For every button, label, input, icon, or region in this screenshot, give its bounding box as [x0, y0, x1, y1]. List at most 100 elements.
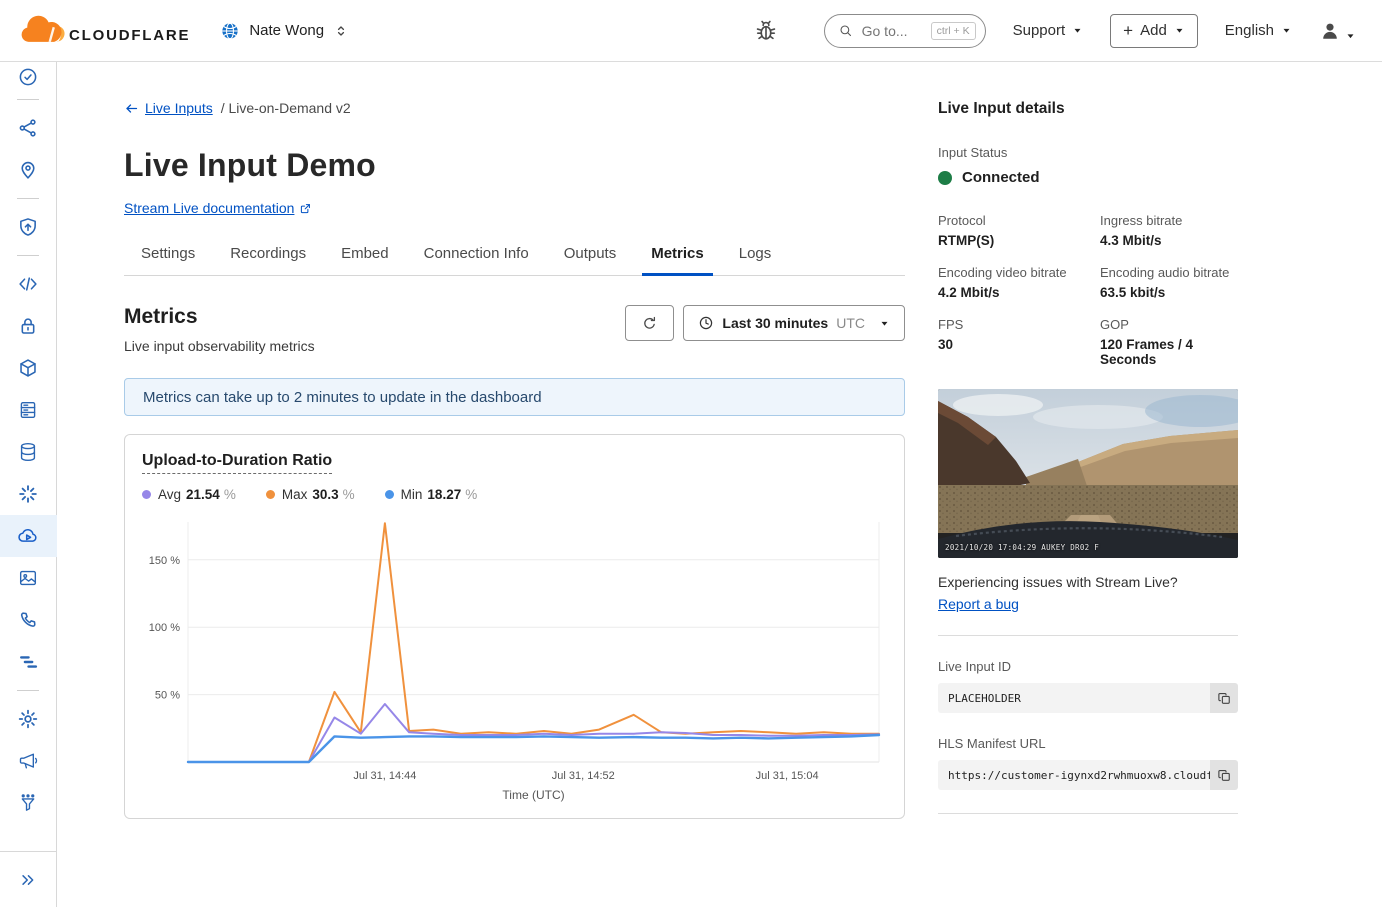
live-input-id-field: PLACEHOLDER [938, 683, 1238, 713]
sidebar-item-lock[interactable] [0, 305, 57, 347]
svg-text:Jul 31, 14:52: Jul 31, 14:52 [552, 770, 615, 782]
sidebar-item-funnel[interactable] [0, 782, 57, 824]
sidebar-nav [0, 62, 57, 907]
settings-icon [17, 708, 39, 730]
input-status-label: Input Status [938, 145, 1238, 160]
map-pin-icon [17, 159, 39, 181]
time-range-timezone: UTC [836, 315, 865, 331]
sidebar-expand-button[interactable] [0, 851, 57, 907]
svg-text:100 %: 100 % [149, 622, 180, 634]
details-fields: ProtocolRTMP(S)Ingress bitrate4.3 Mbit/s… [938, 213, 1238, 367]
expand-icon [19, 871, 37, 889]
sidebar-item-ai-gateway[interactable] [0, 473, 57, 515]
copy-icon [1217, 768, 1232, 783]
sidebar-item-server-rack[interactable] [0, 389, 57, 431]
search-input[interactable] [860, 22, 924, 40]
svg-text:150 %: 150 % [149, 555, 180, 567]
sidebar-item-workers[interactable] [0, 263, 57, 305]
sidebar-item-clock-history[interactable] [0, 62, 57, 92]
legend-dot-max [266, 490, 275, 499]
issues-text: Experiencing issues with Stream Live? [938, 574, 1238, 590]
shield-sync-icon [17, 216, 39, 238]
sidebar-item-r2-cube[interactable] [0, 347, 57, 389]
refresh-button[interactable] [625, 305, 674, 341]
sidebar-divider [17, 255, 39, 256]
sidebar-item-share-network[interactable] [0, 107, 57, 149]
sidebar-item-queues[interactable] [0, 641, 57, 683]
panel-divider [938, 813, 1238, 814]
detail-field-fps: FPS30 [938, 317, 1096, 367]
report-bug-link[interactable]: Report a bug [938, 596, 1019, 612]
ai-gateway-icon [17, 483, 39, 505]
tab-settings[interactable]: Settings [132, 245, 204, 275]
search-shortcut-badge: ctrl + K [931, 22, 976, 40]
refresh-icon [641, 315, 658, 332]
chart-title: Upload-to-Duration Ratio [142, 452, 332, 474]
live-input-details-panel: Live Input details Input Status Connecte… [938, 100, 1238, 907]
tab-metrics[interactable]: Metrics [642, 245, 713, 275]
bug-icon[interactable] [753, 18, 779, 44]
status-value: Connected [962, 169, 1040, 186]
profile-menu[interactable] [1319, 20, 1356, 42]
live-preview-video: 2021/10/20 17:04:29 AUKEY DR02 F [938, 389, 1238, 558]
stream-docs-link[interactable]: Stream Live documentation [124, 200, 905, 216]
chart-card: Upload-to-Duration Ratio Avg21.54 % Max3… [124, 434, 905, 819]
page-title: Live Input Demo [124, 147, 905, 184]
upload-duration-chart[interactable]: 50 %100 %150 %Jul 31, 14:44Jul 31, 14:52… [142, 514, 887, 806]
tab-embed[interactable]: Embed [332, 245, 398, 275]
detail-field-ingress-bitrate: Ingress bitrate4.3 Mbit/s [1100, 213, 1238, 248]
breadcrumb-back-link[interactable]: Live Inputs [124, 100, 213, 116]
account-switcher[interactable]: Nate Wong [220, 21, 349, 41]
workers-icon [17, 273, 39, 295]
funnel-icon [17, 792, 39, 814]
copy-icon [1217, 691, 1232, 706]
chart-legend: Avg21.54 % Max30.3 % Min18.27 % [142, 487, 887, 502]
sidebar-item-shield-sync[interactable] [0, 206, 57, 248]
svg-text:Time (UTC): Time (UTC) [502, 788, 564, 802]
language-menu[interactable]: English [1225, 22, 1292, 39]
server-rack-icon [17, 399, 39, 421]
metrics-info-banner: Metrics can take up to 2 minutes to upda… [124, 378, 905, 416]
copy-hls-manifest-button[interactable] [1210, 760, 1238, 790]
add-button[interactable]: + Add [1110, 14, 1198, 48]
cloudflare-cloud-icon [16, 14, 68, 48]
breadcrumb: Live Inputs / Live-on-Demand v2 [124, 100, 905, 116]
detail-field-protocol: ProtocolRTMP(S) [938, 213, 1096, 248]
tab-recordings[interactable]: Recordings [221, 245, 315, 275]
doc-link-label: Stream Live documentation [124, 200, 294, 216]
svg-text:Jul 31, 15:04: Jul 31, 15:04 [756, 770, 819, 782]
tab-outputs[interactable]: Outputs [555, 245, 626, 275]
legend-dot-min [385, 490, 394, 499]
caret-down-icon [1072, 25, 1083, 36]
breadcrumb-current: / Live-on-Demand v2 [221, 100, 351, 116]
caret-down-icon [1345, 25, 1356, 36]
video-timestamp-overlay: 2021/10/20 17:04:29 AUKEY DR02 F [945, 543, 1099, 552]
images-icon [17, 567, 39, 589]
sidebar-item-settings[interactable] [0, 698, 57, 740]
unfold-icon [333, 23, 349, 39]
tab-connection-info[interactable]: Connection Info [415, 245, 538, 275]
share-network-icon [17, 117, 39, 139]
copy-live-input-id-button[interactable] [1210, 683, 1238, 713]
time-range-dropdown[interactable]: Last 30 minutes UTC [683, 305, 905, 341]
sidebar-item-stream[interactable] [0, 515, 57, 557]
sidebar-item-database[interactable] [0, 431, 57, 473]
stream-icon [17, 525, 39, 547]
add-label: Add [1140, 22, 1167, 39]
global-search[interactable]: ctrl + K [824, 14, 986, 48]
sidebar-item-images[interactable] [0, 557, 57, 599]
metrics-subheading: Live input observability metrics [124, 338, 315, 354]
sidebar-item-map-pin[interactable] [0, 149, 57, 191]
cloudflare-logo: CLOUDFLARE [16, 14, 190, 48]
status-dot [938, 171, 952, 185]
live-input-id-value: PLACEHOLDER [938, 683, 1210, 713]
support-menu[interactable]: Support [1013, 22, 1084, 39]
preview-frame [938, 389, 1238, 558]
tab-logs[interactable]: Logs [730, 245, 781, 275]
live-input-id-label: Live Input ID [938, 659, 1238, 674]
sidebar-item-calls[interactable] [0, 599, 57, 641]
caret-down-icon [1174, 25, 1185, 36]
hls-manifest-field: https://customer-igynxd2rwhmuoxw8.cloudf [938, 760, 1238, 790]
svg-text:50 %: 50 % [155, 690, 180, 702]
sidebar-item-notifications[interactable] [0, 740, 57, 782]
